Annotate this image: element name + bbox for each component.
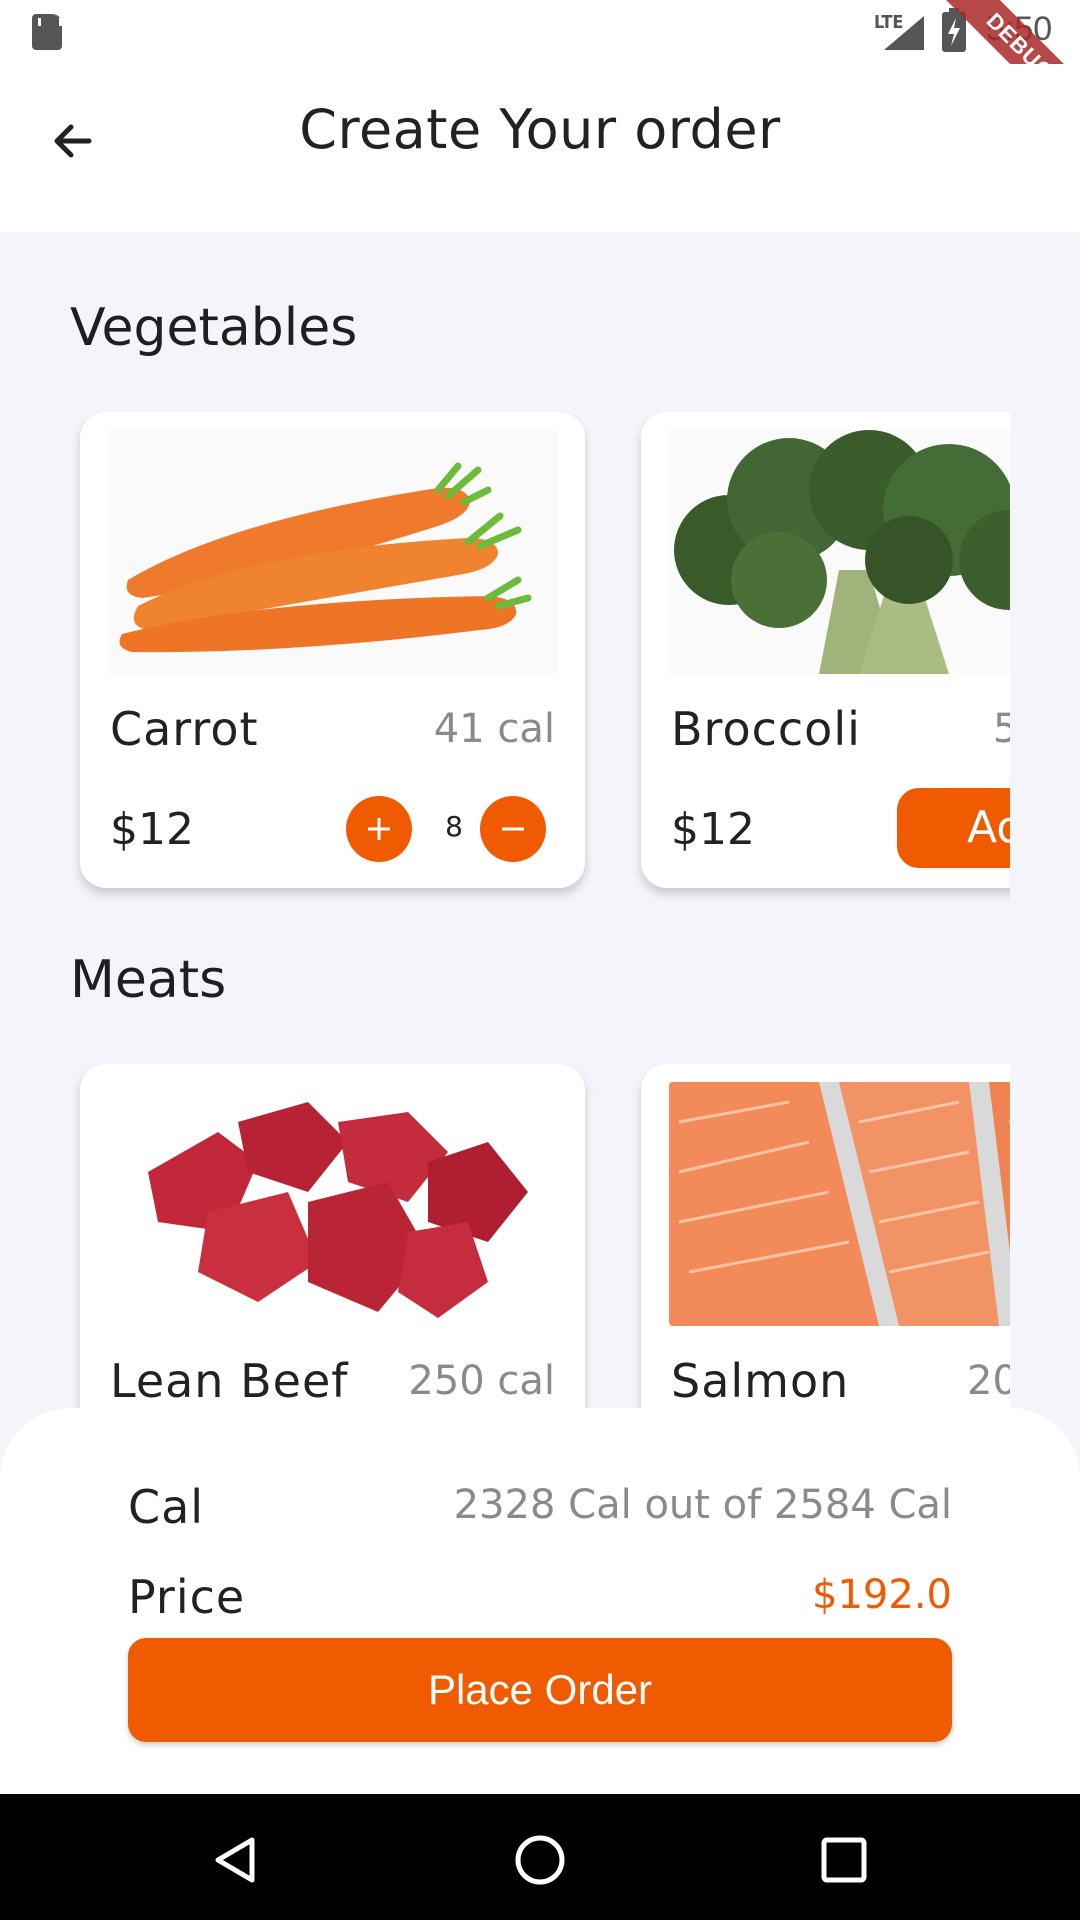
salmon-image	[669, 1082, 1010, 1326]
item-name: Salmon	[671, 1354, 850, 1408]
item-calories: 250 cal	[408, 1358, 555, 1404]
item-price: $12	[110, 804, 194, 855]
home-circle-icon[interactable]	[510, 1830, 570, 1890]
minus-icon	[502, 827, 524, 831]
cal-label: Cal	[128, 1480, 205, 1534]
item-name: Carrot	[110, 702, 259, 756]
item-calories: 5	[993, 706, 1010, 752]
recents-square-icon[interactable]	[814, 1830, 874, 1890]
item-card-broccoli[interactable]: Broccoli 5 $12 Ad	[641, 412, 1010, 888]
app-bar: Create Your order	[0, 64, 1080, 232]
page-title: Create Your order	[299, 98, 781, 161]
price-value: $192.0	[812, 1572, 952, 1618]
system-nav-bar	[0, 1794, 1080, 1920]
increment-button[interactable]	[346, 796, 412, 862]
decrement-button[interactable]	[480, 796, 546, 862]
item-calories: 20	[967, 1358, 1010, 1404]
order-summary: Cal 2328 Cal out of 2584 Cal Price $192.…	[0, 1408, 1080, 1794]
add-button[interactable]: Ad	[897, 788, 1010, 868]
status-bar: LTE 5:50	[0, 0, 1080, 64]
section-title-meats: Meats	[70, 950, 227, 1010]
price-label: Price	[128, 1570, 246, 1624]
signal-icon	[884, 16, 924, 50]
carrot-image	[108, 430, 558, 674]
item-price: $12	[671, 804, 755, 855]
sd-card-icon	[32, 14, 62, 50]
section-title-vegetables: Vegetables	[70, 298, 358, 358]
vegetables-row[interactable]: Carrot 41 cal $12 8 Broccoli 5 $12 A	[0, 412, 1010, 912]
cal-value: 2328 Cal out of 2584 Cal	[453, 1482, 952, 1528]
back-triangle-icon[interactable]	[206, 1830, 266, 1890]
broccoli-image	[669, 430, 1010, 674]
place-order-button[interactable]: Place Order	[128, 1638, 952, 1742]
item-card-carrot[interactable]: Carrot 41 cal $12 8	[80, 412, 585, 888]
plus-icon	[368, 818, 390, 840]
battery-icon	[942, 8, 966, 52]
item-name: Broccoli	[671, 702, 861, 756]
item-name: Lean Beef	[110, 1354, 349, 1408]
item-calories: 41 cal	[433, 706, 555, 752]
quantity-value: 8	[445, 810, 463, 843]
beef-image	[108, 1082, 558, 1326]
